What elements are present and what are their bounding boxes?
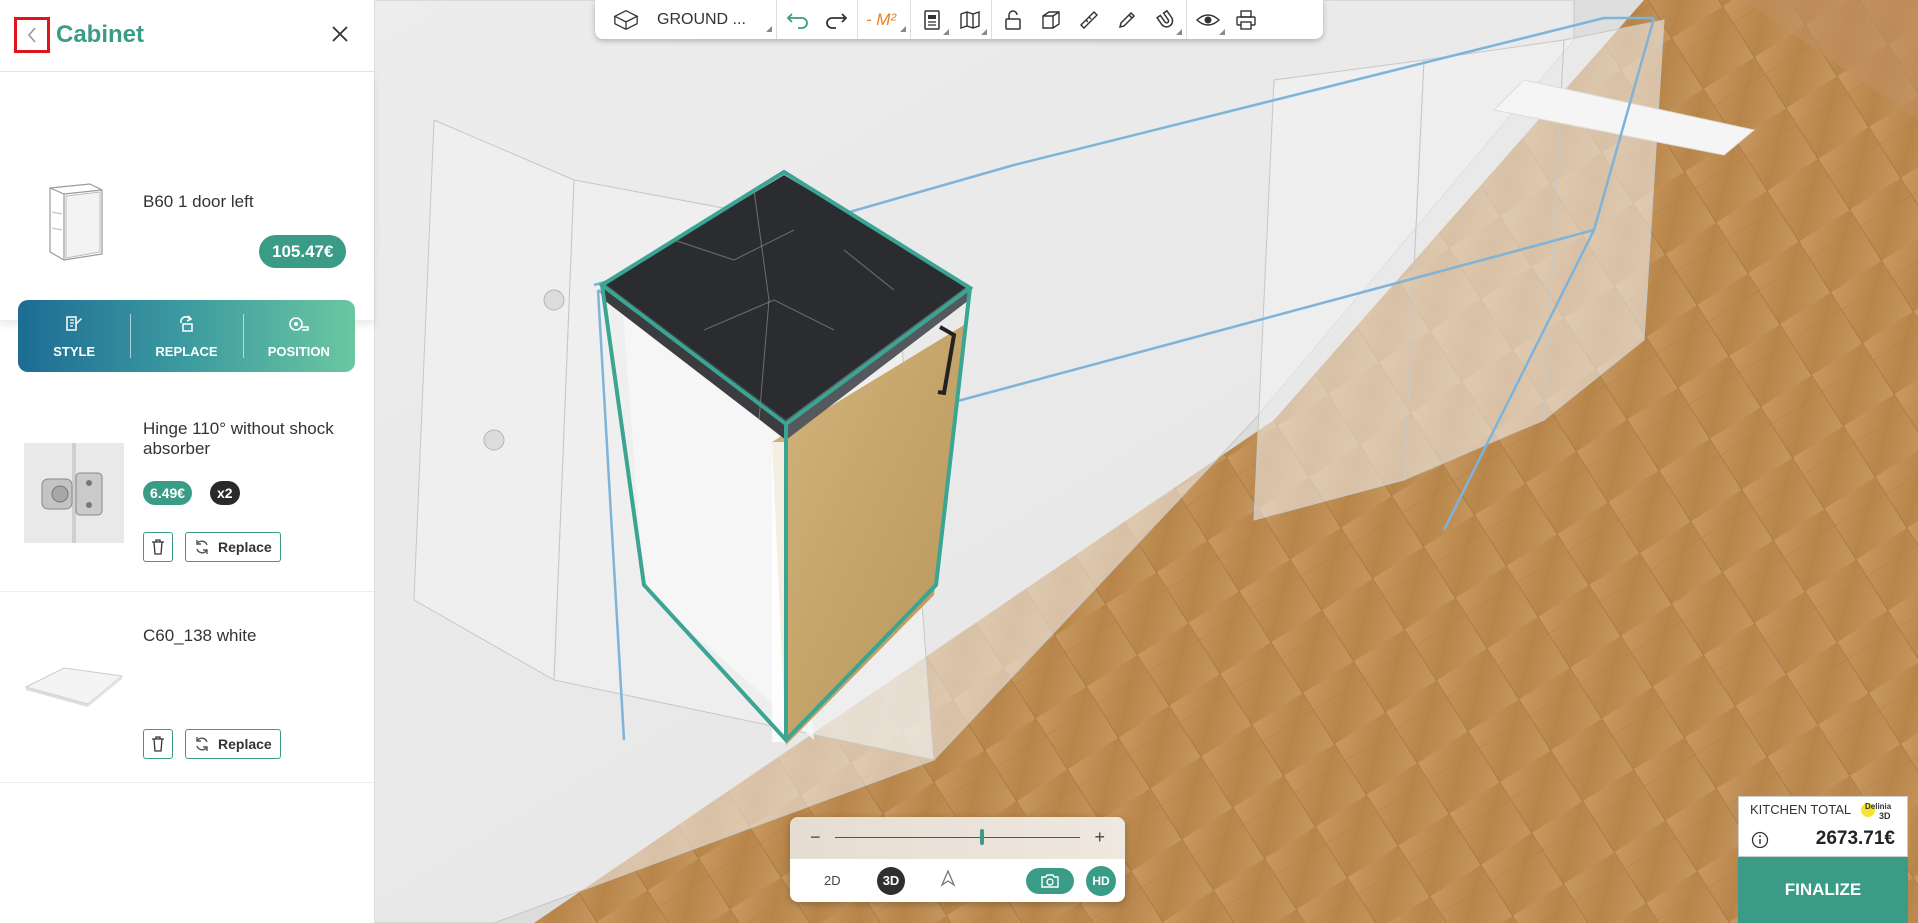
replace-button[interactable]: REPLACE — [130, 300, 242, 372]
trash-icon — [152, 539, 164, 555]
eye-icon[interactable] — [1195, 7, 1226, 35]
documents-group — [911, 0, 993, 39]
walk-mode-icon[interactable] — [940, 869, 956, 892]
camera-button[interactable] — [1026, 868, 1074, 894]
replace-item-button[interactable]: Replace — [185, 729, 281, 759]
info-icon[interactable] — [1751, 831, 1769, 854]
total-value: 2673.71€ — [1815, 828, 1895, 849]
replace-icon — [180, 314, 194, 332]
redo-icon[interactable] — [823, 7, 849, 33]
main-toolbar: GROUND ... - M² — [595, 0, 1323, 39]
view-3d-button[interactable]: 3D — [877, 867, 905, 895]
box-3d-icon[interactable] — [1038, 7, 1064, 33]
3d-viewport[interactable]: GROUND ... - M² − + 2D 3D HD — [374, 0, 1918, 923]
cabinet-action-bar: STYLE REPLACE POSITION — [18, 300, 355, 372]
kitchen-total-panel: KITCHEN TOTAL Delinia 3D 2673.71€ FINALIZ… — [1738, 796, 1908, 923]
history-group — [777, 0, 858, 39]
replace-item-button[interactable]: Replace — [185, 532, 281, 562]
cube-outline-icon — [613, 7, 639, 33]
replace-label: REPLACE — [155, 343, 218, 359]
cabinet-thumbnail — [30, 176, 110, 266]
style-button[interactable]: STYLE — [18, 300, 130, 372]
zoom-track[interactable] — [835, 837, 1080, 838]
sidebar-title: Cabinet — [56, 21, 145, 48]
close-icon — [332, 26, 348, 42]
undo-icon[interactable] — [785, 7, 811, 33]
accessory-item: Hinge 110° without shock absorber 6.49€ … — [0, 395, 374, 592]
position-button[interactable]: POSITION — [242, 300, 355, 372]
magnet-icon[interactable] — [1152, 7, 1183, 35]
close-button[interactable] — [328, 22, 352, 46]
floor-selector[interactable]: GROUND ... — [595, 0, 777, 39]
total-label: KITCHEN TOTAL — [1750, 802, 1852, 817]
cabinet-card: B60 1 door left 105.47€ STYLE REPLACE PO… — [0, 72, 374, 372]
chevron-left-icon — [27, 27, 36, 43]
ruler-icon[interactable] — [1076, 7, 1102, 33]
position-label: POSITION — [267, 343, 330, 359]
svg-text:3D: 3D — [1879, 811, 1891, 821]
view-mode-bar: 2D 3D HD — [790, 859, 1125, 902]
replace-item-label: Replace — [218, 736, 272, 752]
style-label: STYLE — [53, 343, 96, 359]
refresh-icon — [196, 737, 208, 751]
unlock-icon[interactable] — [1000, 7, 1026, 33]
tools-group — [992, 0, 1188, 39]
style-icon — [66, 315, 83, 331]
kitchen-scene[interactable] — [374, 0, 1918, 923]
trash-icon — [152, 736, 164, 752]
total-card: KITCHEN TOTAL Delinia 3D 2673.71€ — [1738, 796, 1908, 857]
tape-measure-icon — [289, 316, 309, 331]
pencil-icon[interactable] — [1114, 7, 1140, 33]
sidebar-header: Cabinet — [0, 0, 374, 72]
accessory-name: Hinge 110° without shock absorber — [143, 419, 334, 458]
area-group[interactable]: - M² — [858, 0, 912, 39]
zoom-slider-thumb[interactable] — [980, 829, 984, 845]
floor-label: GROUND ... — [657, 10, 746, 28]
quantity-badge: x2 — [210, 481, 240, 505]
accessory-item: C60_138 white Replace — [0, 592, 374, 783]
zoom-slider-bar: − + — [790, 817, 1125, 859]
refresh-icon — [196, 540, 208, 554]
view-2d-button[interactable]: 2D — [824, 873, 841, 888]
cabinet-sidebar: Cabinet B60 1 door left 105.47€ STYLE RE… — [0, 0, 375, 923]
print-icon[interactable] — [1233, 7, 1259, 33]
floor-dropdown-corner — [758, 10, 772, 32]
zoom-out-button[interactable]: − — [810, 827, 821, 848]
delete-button[interactable] — [143, 532, 173, 562]
back-button[interactable] — [14, 17, 50, 53]
brand-logo: Delinia 3D — [1861, 801, 1897, 828]
zoom-panel: − + 2D 3D HD — [790, 817, 1125, 902]
cabinet-price-badge: 105.47€ — [259, 235, 347, 268]
accessory-name: C60_138 white — [143, 626, 257, 645]
map-icon[interactable] — [957, 7, 988, 35]
camera-icon — [1041, 874, 1059, 888]
replace-item-label: Replace — [218, 539, 272, 555]
finalize-button[interactable]: FINALIZE — [1738, 857, 1908, 923]
panel-thumbnail — [24, 632, 124, 732]
hinge-thumbnail — [24, 443, 124, 543]
hd-render-button[interactable]: HD — [1086, 866, 1116, 896]
delete-button[interactable] — [143, 729, 173, 759]
svg-text:Delinia: Delinia — [1865, 802, 1892, 811]
zoom-in-button[interactable]: + — [1094, 827, 1105, 848]
view-group — [1187, 0, 1267, 39]
accessory-price-badge: 6.49€ — [143, 481, 193, 505]
document-icon[interactable] — [919, 7, 950, 35]
area-label[interactable]: - M² — [866, 10, 907, 32]
cabinet-name: B60 1 door left — [143, 192, 254, 211]
